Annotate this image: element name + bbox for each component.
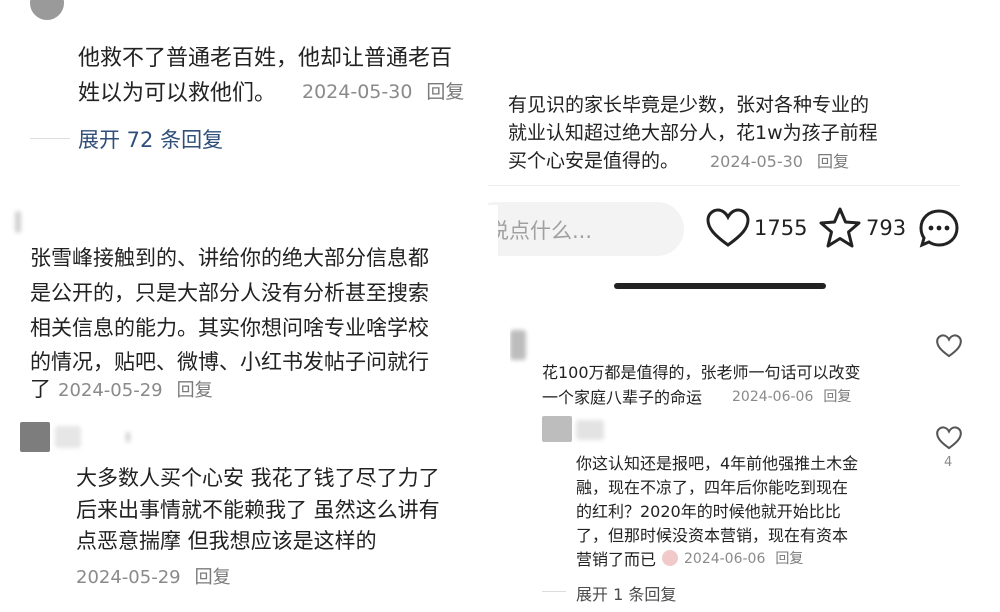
reply-button[interactable]: 回复 bbox=[823, 389, 851, 405]
comment-meta: 2024-05-29 回复 bbox=[58, 376, 213, 402]
avatar[interactable] bbox=[30, 0, 64, 20]
comment-text-line: 你这认知还是报吧，4年前他强推土木金 bbox=[576, 454, 859, 473]
username-blurred bbox=[126, 432, 130, 442]
star-icon bbox=[819, 207, 861, 248]
username-blurred bbox=[55, 426, 81, 448]
reply-button[interactable]: 回复 bbox=[426, 81, 464, 103]
comment-panel-4: 大多数人买个心安 我花了钱了尽了力了 后来出事情就不能赖我了 虽然这么讲有 点恶… bbox=[0, 418, 492, 612]
chat-bubble-icon bbox=[919, 209, 959, 248]
avatar[interactable] bbox=[20, 422, 50, 452]
like-heart-icon[interactable] bbox=[936, 426, 962, 450]
comment-text-line: 相关信息的能力。其实你想问啥专业啥学校 bbox=[30, 316, 429, 340]
comment-panel-3: 张雪峰接触到的、讲给你的绝大部分信息都 是公开的，只是大部分人没有分析甚至搜索 … bbox=[0, 205, 498, 408]
comment-text-line: 买个心安是值得的。 bbox=[508, 150, 680, 172]
comment-date: 2024-06-06 bbox=[684, 551, 766, 567]
divider bbox=[30, 138, 70, 139]
comment-date: 2024-05-30 bbox=[710, 152, 803, 171]
comment-text-line: 了，但那时候没资本营销，现在有资本 bbox=[576, 526, 849, 545]
comment-date: 2024-05-29 bbox=[76, 567, 181, 588]
comment-text-line: 他救不了普通老百姓，他却让普通老百 bbox=[78, 46, 453, 71]
comment-text-line: 张雪峰接触到的、讲给你的绝大部分信息都 bbox=[30, 246, 429, 270]
reply-button[interactable]: 回复 bbox=[195, 567, 231, 588]
expand-replies-link[interactable]: 展开 72 条回复 bbox=[78, 124, 223, 154]
comment-text-line: 是公开的，只是大部分人没有分析甚至搜索 bbox=[30, 281, 429, 305]
comment-meta: 2024-05-29 回复 bbox=[76, 563, 231, 589]
like-count: 4 bbox=[944, 455, 953, 470]
username-blurred bbox=[576, 420, 604, 440]
comment-text-line: 的红利？2020年的时候他就开始比比 bbox=[576, 502, 841, 521]
favorite-count: 793 bbox=[866, 216, 907, 240]
divider bbox=[542, 591, 566, 592]
like-heart-icon[interactable] bbox=[936, 334, 962, 358]
comment-button[interactable] bbox=[918, 208, 960, 254]
username-blurred bbox=[15, 211, 21, 233]
heart-icon bbox=[706, 208, 750, 247]
comment-input[interactable]: 说点什么... bbox=[488, 202, 684, 256]
reply-button[interactable]: 回复 bbox=[177, 380, 213, 401]
like-count: 1755 bbox=[754, 216, 808, 240]
divider bbox=[488, 185, 960, 186]
comment-date: 2024-06-06 bbox=[732, 389, 814, 405]
comment-panel-2: 有见识的家长毕竟是少数，张对各种专业的 就业认知超过绝大部分人，花1w为孩子前程… bbox=[488, 0, 960, 292]
comment-panel-5: 花100万都是值得的，张老师一句话可以改变 一个家庭八辈子的命运 2024-06… bbox=[510, 302, 970, 612]
comment-text-line: 了 bbox=[30, 377, 51, 401]
comment-text-line: 点恶意揣摩 但我想应该是这样的 bbox=[76, 529, 377, 553]
comment-text-line: 的情况，贴吧、微博、小红书发帖子问就行 bbox=[30, 350, 429, 374]
comment-meta: 2024-05-30 回复 bbox=[302, 77, 464, 104]
comment-panel-1: 他救不了普通老百姓，他却让普通老百 姓以为可以救他们。 2024-05-30 回复… bbox=[0, 0, 492, 178]
comment-text-line: 有见识的家长毕竟是少数，张对各种专业的 bbox=[508, 94, 870, 116]
comment-text-line: 就业认知超过绝大部分人，花1w为孩子前程 bbox=[508, 122, 878, 144]
comment-meta: 2024-06-06 回复 bbox=[662, 548, 803, 568]
home-indicator bbox=[614, 283, 826, 289]
expand-replies-link[interactable]: 展开 1 条回复 bbox=[576, 581, 676, 605]
comment-date: 2024-05-30 bbox=[302, 81, 413, 103]
comment-text-line: 后来出事情就不能赖我了 虽然这么讲有 bbox=[76, 498, 440, 522]
comment-meta: 2024-06-06 回复 bbox=[732, 386, 851, 406]
comment-date: 2024-05-29 bbox=[58, 380, 163, 401]
comment-text-line: 姓以为可以救他们。 bbox=[78, 81, 277, 106]
comment-text-line: 花100万都是值得的，张老师一句话可以改变 bbox=[542, 363, 861, 382]
comment-meta: 2024-05-30 回复 bbox=[710, 148, 849, 172]
comment-text-line: 融，现在不凉了，四年后你能吃到现在 bbox=[576, 478, 849, 497]
reply-button[interactable]: 回复 bbox=[775, 551, 803, 567]
comment-text-line: 大多数人买个心安 我花了钱了尽了力了 bbox=[76, 466, 440, 490]
reply-button[interactable]: 回复 bbox=[817, 152, 849, 171]
username-blurred bbox=[510, 330, 526, 360]
avatar[interactable] bbox=[542, 416, 572, 442]
emoji-icon bbox=[662, 550, 678, 566]
comment-text-line: 营销了而已 bbox=[576, 550, 657, 569]
comment-input-placeholder: 说点什么... bbox=[488, 219, 593, 243]
comment-text-line: 一个家庭八辈子的命运 bbox=[542, 388, 703, 407]
